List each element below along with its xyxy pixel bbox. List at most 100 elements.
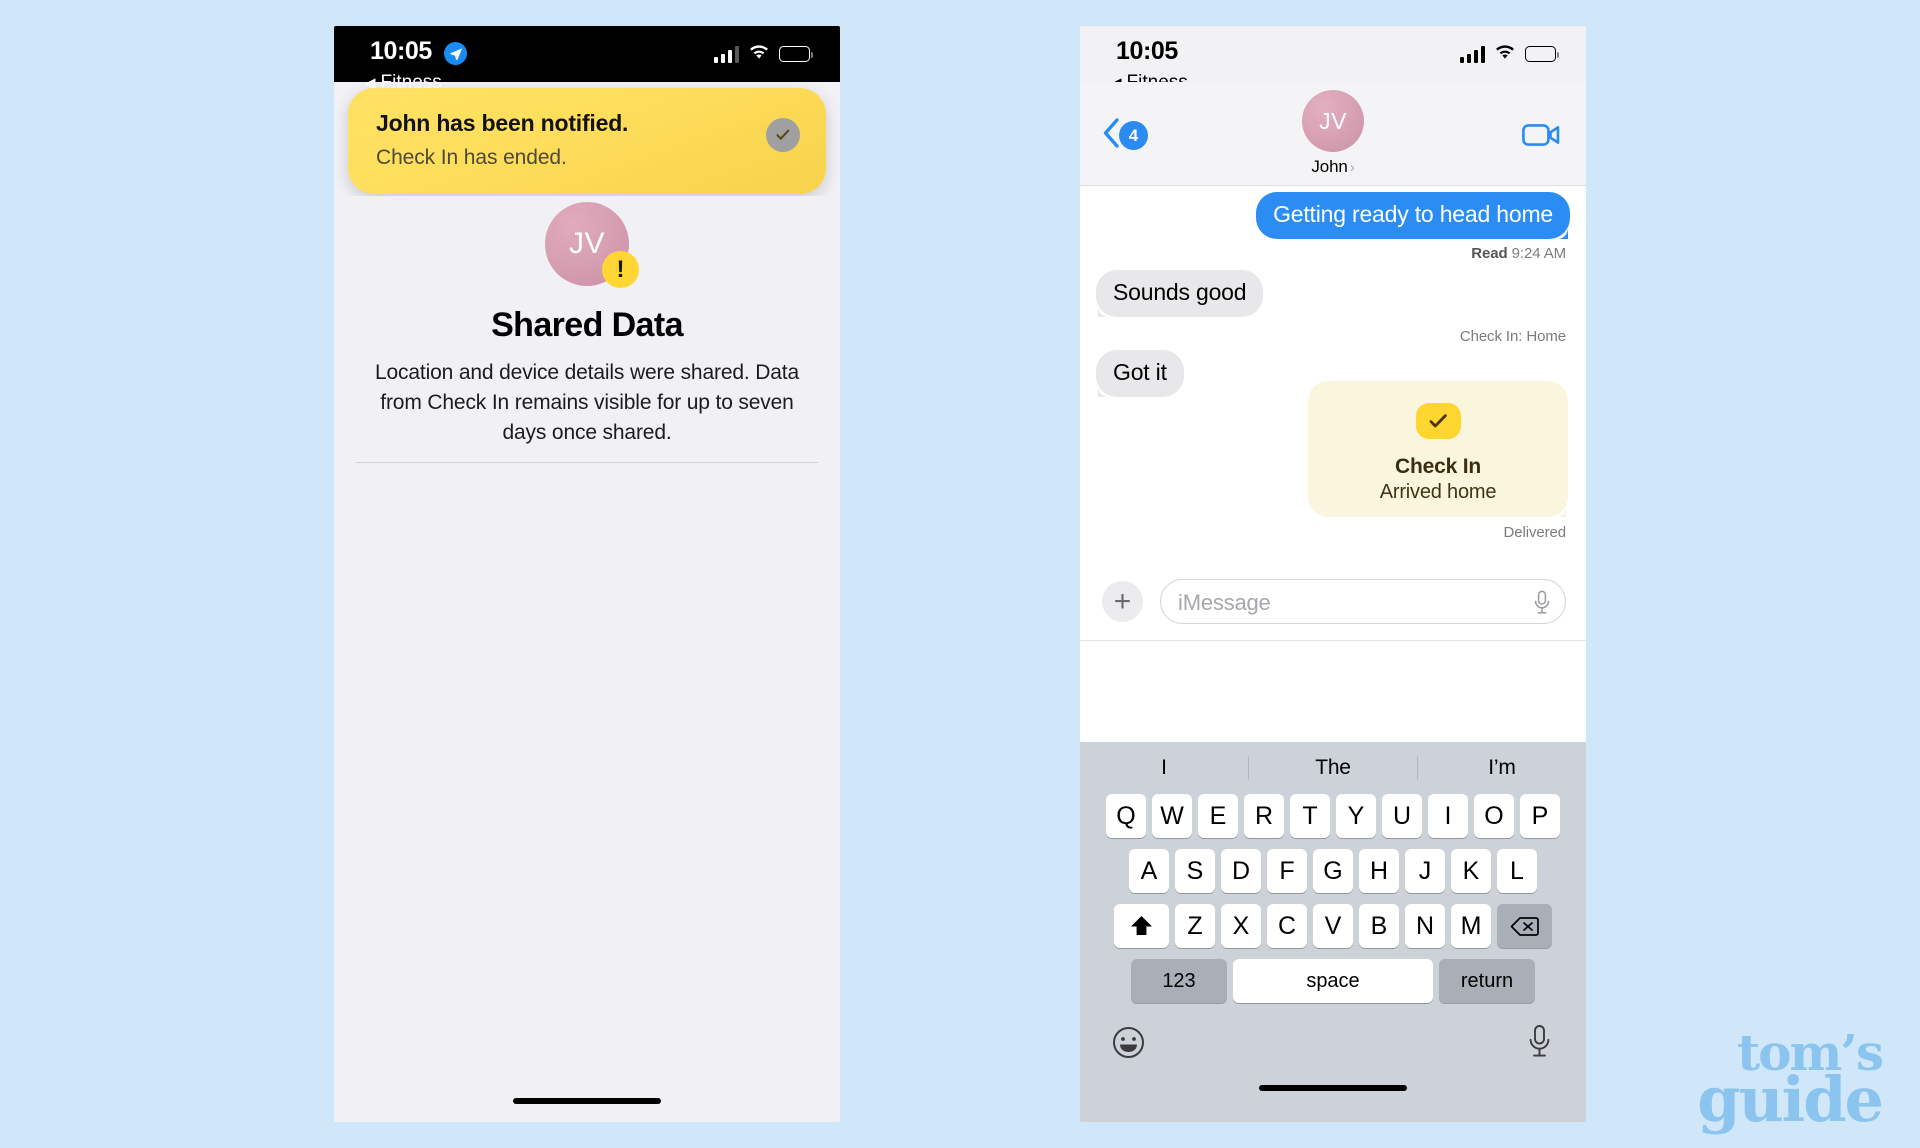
watermark-line-2: guide <box>1697 1063 1884 1137</box>
message-status: Read 9:24 AM <box>1471 245 1566 262</box>
key-v[interactable]: V <box>1313 904 1353 948</box>
toms-guide-watermark: tom’s guide <box>1697 1028 1884 1137</box>
return-key[interactable]: return <box>1439 959 1535 1003</box>
video-camera-icon[interactable] <box>1522 122 1560 153</box>
key-k[interactable]: K <box>1451 849 1491 893</box>
bubble-tail <box>1555 505 1566 517</box>
key-h[interactable]: H <box>1359 849 1399 893</box>
checkmark-icon <box>766 118 800 152</box>
key-w[interactable]: W <box>1152 794 1192 838</box>
key-j[interactable]: J <box>1405 849 1445 893</box>
message-text: Getting ready to head home <box>1256 192 1570 239</box>
key-s[interactable]: S <box>1175 849 1215 893</box>
emoji-smiley-icon[interactable] <box>1112 1026 1145 1064</box>
key-z[interactable]: Z <box>1175 904 1215 948</box>
battery-icon <box>1525 46 1559 62</box>
numbers-key[interactable]: 123 <box>1131 959 1227 1003</box>
key-e[interactable]: E <box>1198 794 1238 838</box>
key-y[interactable]: Y <box>1336 794 1376 838</box>
notification-subtitle: Check In has ended. <box>376 146 567 169</box>
bubble-tail <box>1557 227 1568 239</box>
wifi-icon <box>1494 43 1516 65</box>
screenshot-canvas: 10:05 ◀ Fitness John has been notified. … <box>0 0 1920 1148</box>
message-list: Getting ready to head home Read 9:24 AM … <box>1080 186 1586 563</box>
space-key[interactable]: space <box>1233 959 1433 1003</box>
back-button[interactable]: 4 <box>1102 118 1148 153</box>
battery-icon <box>779 46 813 62</box>
message-input-bar: + iMessage <box>1080 563 1586 641</box>
checkin-title: Check In <box>1395 455 1481 478</box>
key-g[interactable]: G <box>1313 849 1353 893</box>
message-bubble-incoming[interactable]: Sounds good <box>1096 270 1264 317</box>
notification-title: John has been notified. <box>376 110 629 136</box>
page-title: Shared Data <box>491 306 683 344</box>
prediction-option[interactable]: I’m <box>1417 756 1586 780</box>
message-bubble-outgoing[interactable]: Getting ready to head home <box>1256 192 1570 239</box>
key-i[interactable]: I <box>1428 794 1468 838</box>
shift-arrow-icon[interactable] <box>1114 904 1169 948</box>
imessage-placeholder: iMessage <box>1178 590 1271 615</box>
avatar-initials: JV <box>568 227 605 260</box>
bubble-tail <box>1098 385 1109 397</box>
status-icons-group <box>1459 43 1559 65</box>
key-q[interactable]: Q <box>1106 794 1146 838</box>
key-o[interactable]: O <box>1474 794 1514 838</box>
key-l[interactable]: L <box>1497 849 1537 893</box>
key-r[interactable]: R <box>1244 794 1284 838</box>
conversation-header: 4 JV John › <box>1080 82 1586 186</box>
key-f[interactable]: F <box>1267 849 1307 893</box>
backspace-icon[interactable] <box>1497 904 1552 948</box>
shared-data-panel: JV ! Shared Data Location and device det… <box>334 196 840 1122</box>
wifi-icon <box>748 43 770 65</box>
location-arrow-icon <box>444 42 467 65</box>
message-bubble-incoming[interactable]: Got it <box>1096 350 1184 397</box>
left-phone-screen: 10:05 ◀ Fitness John has been notified. … <box>334 26 840 1122</box>
unread-count-badge: 4 <box>1119 121 1148 150</box>
contact-name-row[interactable]: John › <box>1302 157 1364 177</box>
keyboard-bottom-bar <box>1080 1014 1586 1106</box>
key-m[interactable]: M <box>1451 904 1491 948</box>
key-b[interactable]: B <box>1359 904 1399 948</box>
shared-data-description: Location and device details were shared.… <box>374 361 800 444</box>
key-p[interactable]: P <box>1520 794 1560 838</box>
status-time: 10:05 <box>370 37 432 65</box>
status-icons-group <box>713 43 813 65</box>
key-a[interactable]: A <box>1129 849 1169 893</box>
key-c[interactable]: C <box>1267 904 1307 948</box>
prediction-option[interactable]: I <box>1080 756 1248 780</box>
checkmark-icon <box>1415 403 1461 439</box>
key-t[interactable]: T <box>1290 794 1330 838</box>
imessage-input[interactable]: iMessage <box>1160 579 1566 624</box>
keyboard-row-3: Z X C V B N M <box>1080 904 1586 948</box>
avatar-initials: JV <box>1319 107 1347 134</box>
checkin-notification-banner[interactable]: John has been notified. Check In has end… <box>348 88 826 194</box>
key-u[interactable]: U <box>1382 794 1422 838</box>
notification-stack: John has been notified. Check In has end… <box>348 88 826 196</box>
plus-icon[interactable]: + <box>1102 581 1143 622</box>
home-indicator[interactable] <box>513 1098 661 1104</box>
home-indicator[interactable] <box>1259 1085 1407 1091</box>
message-status-label: Read <box>1471 245 1508 262</box>
contact-avatar-wrapper: JV ! <box>545 202 639 288</box>
checkin-card[interactable]: Check In Arrived home <box>1308 381 1568 517</box>
status-time: 10:05 <box>1116 37 1178 65</box>
checkin-location-label: Check In: Home <box>1459 328 1566 345</box>
microphone-icon[interactable] <box>1527 1024 1552 1064</box>
avatar: JV <box>1302 90 1364 152</box>
contact-header[interactable]: JV John › <box>1302 90 1364 177</box>
alert-badge: ! <box>602 251 639 288</box>
prediction-option[interactable]: The <box>1248 756 1417 780</box>
chevron-right-icon: › <box>1349 159 1355 176</box>
message-text: Sounds good <box>1096 270 1264 317</box>
key-x[interactable]: X <box>1221 904 1261 948</box>
delivery-status: Delivered <box>1503 524 1567 541</box>
right-phone-screen: 10:05 ◀ Fitness 4 <box>1080 26 1586 1122</box>
cellular-bars-icon <box>713 45 739 63</box>
checkin-subtitle: Arrived home <box>1379 481 1497 503</box>
message-status-time: 9:24 AM <box>1511 245 1566 262</box>
microphone-icon[interactable] <box>1533 590 1551 620</box>
key-n[interactable]: N <box>1405 904 1445 948</box>
key-d[interactable]: D <box>1221 849 1261 893</box>
keyboard-row-1: Q W E R T Y U I O P <box>1080 794 1586 838</box>
cellular-bars-icon <box>1459 45 1485 63</box>
